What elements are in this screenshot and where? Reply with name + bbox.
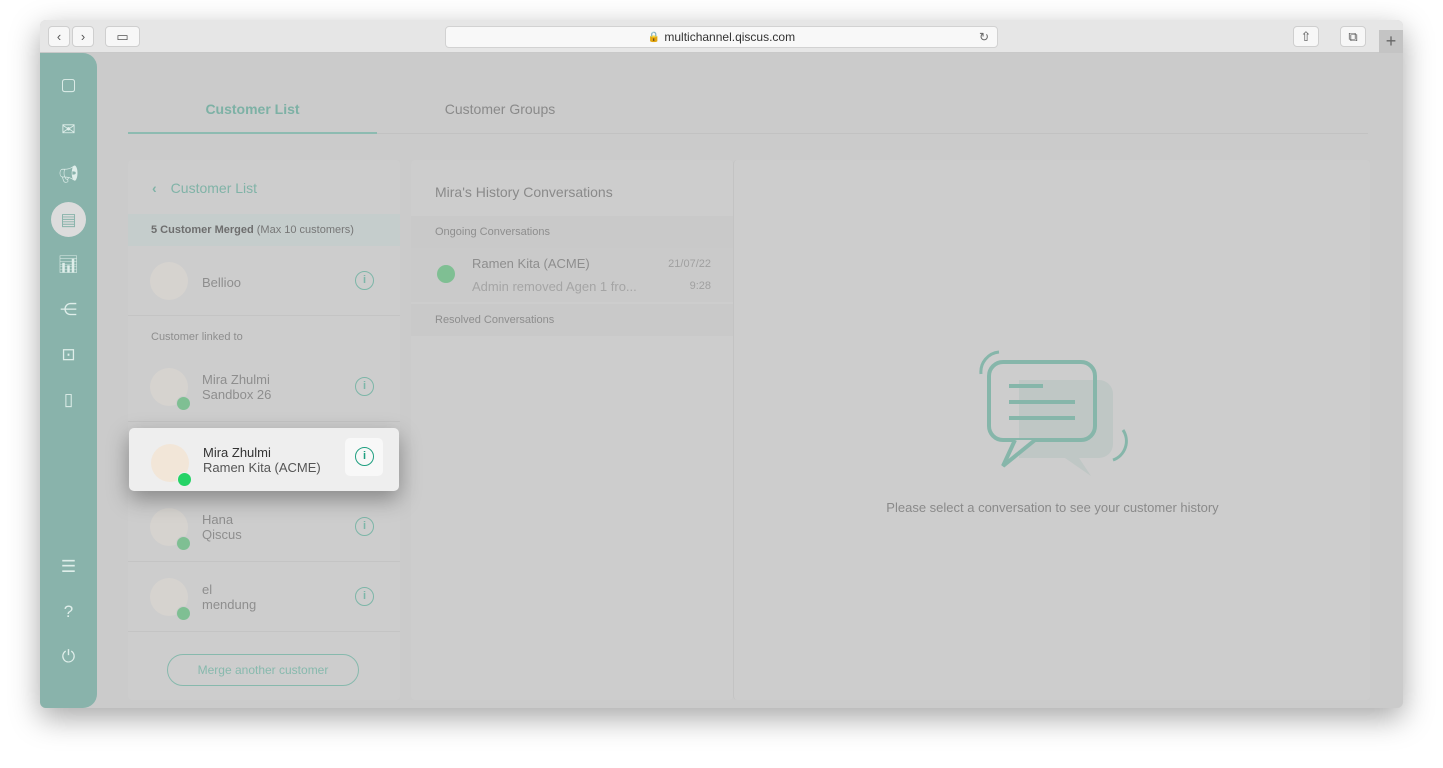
back-to-customer-list[interactable]: ‹ Customer List	[152, 180, 257, 196]
empty-state-text: Please select a conversation to see your…	[886, 500, 1219, 515]
power-icon[interactable]: ⏻	[51, 639, 86, 674]
analytics-icon[interactable]: 📊︎	[51, 247, 86, 282]
url-text: multichannel.qiscus.com	[664, 30, 796, 44]
bot-channel-icon	[176, 606, 191, 621]
tabs-button[interactable]: ⧉	[1340, 26, 1366, 47]
new-tab-button[interactable]: +	[1379, 30, 1403, 53]
channel-name: Qiscus	[202, 527, 242, 542]
merged-max: (Max 10 customers)	[256, 224, 354, 236]
linked-customer-row[interactable]: Mira Zhulmi Sandbox 26 i	[128, 352, 400, 422]
chevron-left-icon: ‹	[152, 180, 157, 196]
info-icon[interactable]: i	[355, 587, 374, 606]
linked-customer-row[interactable]: el mendung i	[128, 562, 400, 632]
back-label: Customer List	[170, 180, 258, 196]
sidebar: ▢ ✉ 📢︎ ▤ 📊︎ ⋲ ⊡ ▯ ☰ ? ⏻	[40, 53, 97, 708]
customer-name: el	[202, 582, 213, 597]
browser-window: ‹ › ▭ 🔒 multichannel.qiscus.com ↻ ⇧ ⧉ + ▢ …	[40, 20, 1403, 708]
qiscus-icon	[176, 536, 191, 551]
sidebar-toggle-button[interactable]: ▭	[105, 26, 140, 47]
share-button[interactable]: ⇧	[1293, 26, 1319, 47]
detail-panel: Please select a conversation to see your…	[733, 160, 1370, 700]
info-icon[interactable]: i	[355, 377, 374, 396]
whatsapp-icon	[176, 396, 191, 411]
highlighted-customer-row[interactable]: Mira Zhulmi Ramen Kita (ACME) i	[129, 428, 399, 491]
tab-customer-groups[interactable]: Customer Groups	[440, 101, 560, 117]
info-icon[interactable]: i	[355, 271, 374, 290]
contact-card-icon[interactable]: ▤	[51, 202, 86, 237]
resolved-label: Resolved Conversations	[411, 304, 733, 336]
conversation-date: 21/07/22	[668, 258, 711, 270]
bot-icon[interactable]: ⊡	[51, 337, 86, 372]
merged-info: 5 Customer Merged (Max 10 customers)	[128, 214, 400, 246]
chat-icon[interactable]: ▢	[51, 67, 86, 102]
info-icon[interactable]: i	[355, 517, 374, 536]
customer-name: Mira Zhulmi	[202, 372, 270, 387]
conversation-preview: Admin removed Agen 1 fro...	[472, 279, 637, 294]
info-icon[interactable]: i	[355, 447, 374, 466]
history-panel: Mira's History Conversations Ongoing Con…	[411, 160, 733, 700]
channel-name: Sandbox 26	[202, 387, 272, 402]
info-button[interactable]: i	[345, 438, 383, 476]
browser-toolbar: ‹ › ▭ 🔒 multichannel.qiscus.com ↻ ⇧ ⧉ +	[40, 20, 1403, 53]
history-title: Mira's History Conversations	[435, 184, 613, 200]
conversation-name: Ramen Kita (ACME)	[472, 256, 590, 271]
whatsapp-icon	[437, 265, 455, 283]
mobile-icon[interactable]: ▯	[51, 382, 86, 417]
integration-icon[interactable]: ⋲	[51, 292, 86, 327]
settings-icon[interactable]: ☰	[51, 549, 86, 584]
forward-button[interactable]: ›	[72, 26, 94, 47]
help-icon[interactable]: ?	[51, 594, 86, 629]
reload-icon[interactable]: ↻	[979, 30, 989, 44]
conversation-item[interactable]: Ramen Kita (ACME) 21/07/22 Admin removed…	[411, 248, 733, 302]
mail-icon[interactable]: ✉	[51, 112, 86, 147]
back-button[interactable]: ‹	[48, 26, 70, 47]
address-bar[interactable]: 🔒 multichannel.qiscus.com ↻	[445, 26, 998, 48]
conversation-time: 9:28	[689, 280, 711, 292]
customer-name: Hana	[202, 512, 234, 527]
avatar	[150, 262, 188, 300]
customer-name: Mira Zhulmi	[203, 445, 271, 460]
linked-label: Customer linked to	[151, 331, 243, 343]
channel-name: Ramen Kita (ACME)	[203, 460, 321, 475]
whatsapp-icon	[177, 472, 192, 487]
merged-count: 5 Customer Merged	[151, 224, 254, 236]
lock-icon: 🔒	[647, 31, 661, 43]
ongoing-label: Ongoing Conversations	[411, 216, 733, 248]
primary-customer-row[interactable]: Bellioo i	[128, 246, 400, 316]
customer-name: Bellioo	[202, 275, 242, 290]
chat-bubbles-illustration	[979, 350, 1128, 476]
linked-customer-row[interactable]: Hana Qiscus i	[128, 492, 400, 562]
merge-another-customer-button[interactable]: Merge another customer	[167, 654, 359, 686]
tab-bar: Customer List Customer Groups	[128, 80, 1368, 134]
channel-name: mendung	[202, 597, 257, 612]
tab-customer-list[interactable]: Customer List	[128, 101, 377, 134]
megaphone-icon[interactable]: 📢︎	[51, 157, 86, 192]
